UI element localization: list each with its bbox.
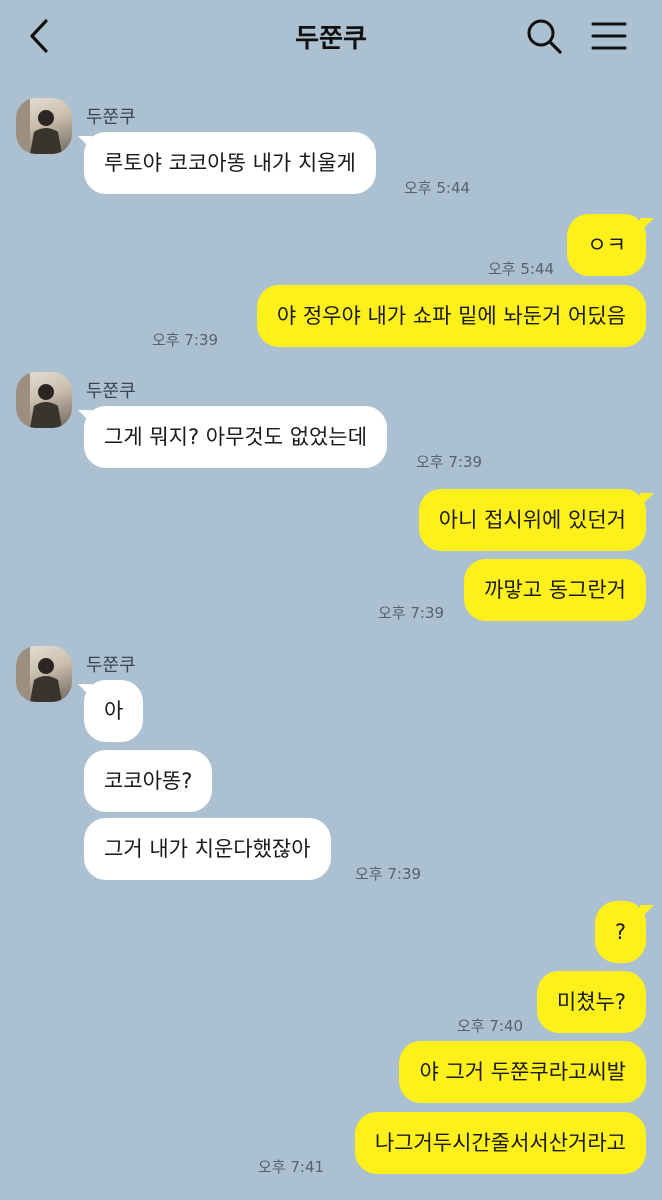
contact-avatar[interactable] bbox=[16, 646, 72, 702]
message-time: 오후 7:39 bbox=[416, 453, 483, 471]
search-icon bbox=[527, 19, 562, 54]
message-time: 오후 5:44 bbox=[404, 179, 471, 197]
message-time: 오후 7:39 bbox=[355, 865, 422, 883]
hamburger-menu-icon bbox=[591, 22, 627, 50]
message-time: 오후 7:39 bbox=[152, 331, 219, 349]
message-bubble-incoming[interactable]: 그거 내가 치운다했잖아 bbox=[84, 818, 331, 880]
sender-name: 두쭌쿠 bbox=[86, 381, 136, 402]
contact-avatar[interactable] bbox=[16, 372, 72, 428]
message-bubble-outgoing[interactable]: 까맣고 동그란거 bbox=[464, 559, 646, 621]
message-bubble-incoming[interactable]: 코코아똥? bbox=[84, 750, 213, 812]
message-bubble-incoming[interactable]: 아 bbox=[84, 680, 144, 742]
chat-header: 두쭌쿠 bbox=[0, 0, 662, 72]
message-bubble-outgoing[interactable]: 야 정우야 내가 쇼파 밑에 놔둔거 어딨음 bbox=[256, 285, 646, 347]
menu-button[interactable] bbox=[588, 16, 630, 56]
message-time: 오후 5:44 bbox=[488, 260, 555, 278]
message-time: 오후 7:39 bbox=[378, 604, 445, 622]
message-bubble-outgoing[interactable]: ? bbox=[594, 901, 646, 963]
message-bubble-incoming[interactable]: 그게 뭐지? 아무것도 없었는데 bbox=[84, 406, 388, 468]
message-bubble-outgoing[interactable]: 나그거두시간줄서서산거라고 bbox=[354, 1112, 646, 1174]
message-bubble-outgoing[interactable]: 미쳤누? bbox=[536, 971, 646, 1033]
message-bubble-incoming[interactable]: 루토야 코코아똥 내가 치울게 bbox=[84, 132, 376, 194]
contact-avatar[interactable] bbox=[16, 98, 72, 154]
message-bubble-outgoing[interactable]: 아니 접시위에 있던거 bbox=[418, 489, 646, 551]
search-button[interactable] bbox=[524, 16, 564, 56]
sender-name: 두쭌쿠 bbox=[86, 655, 136, 676]
message-bubble-outgoing[interactable]: 야 그거 두쭌쿠라고씨발 bbox=[399, 1041, 646, 1103]
sender-name: 두쭌쿠 bbox=[86, 107, 136, 128]
message-bubble-outgoing[interactable]: ㅇㅋ bbox=[567, 214, 646, 276]
message-time: 오후 7:40 bbox=[457, 1017, 524, 1035]
message-time: 오후 7:41 bbox=[258, 1158, 325, 1176]
